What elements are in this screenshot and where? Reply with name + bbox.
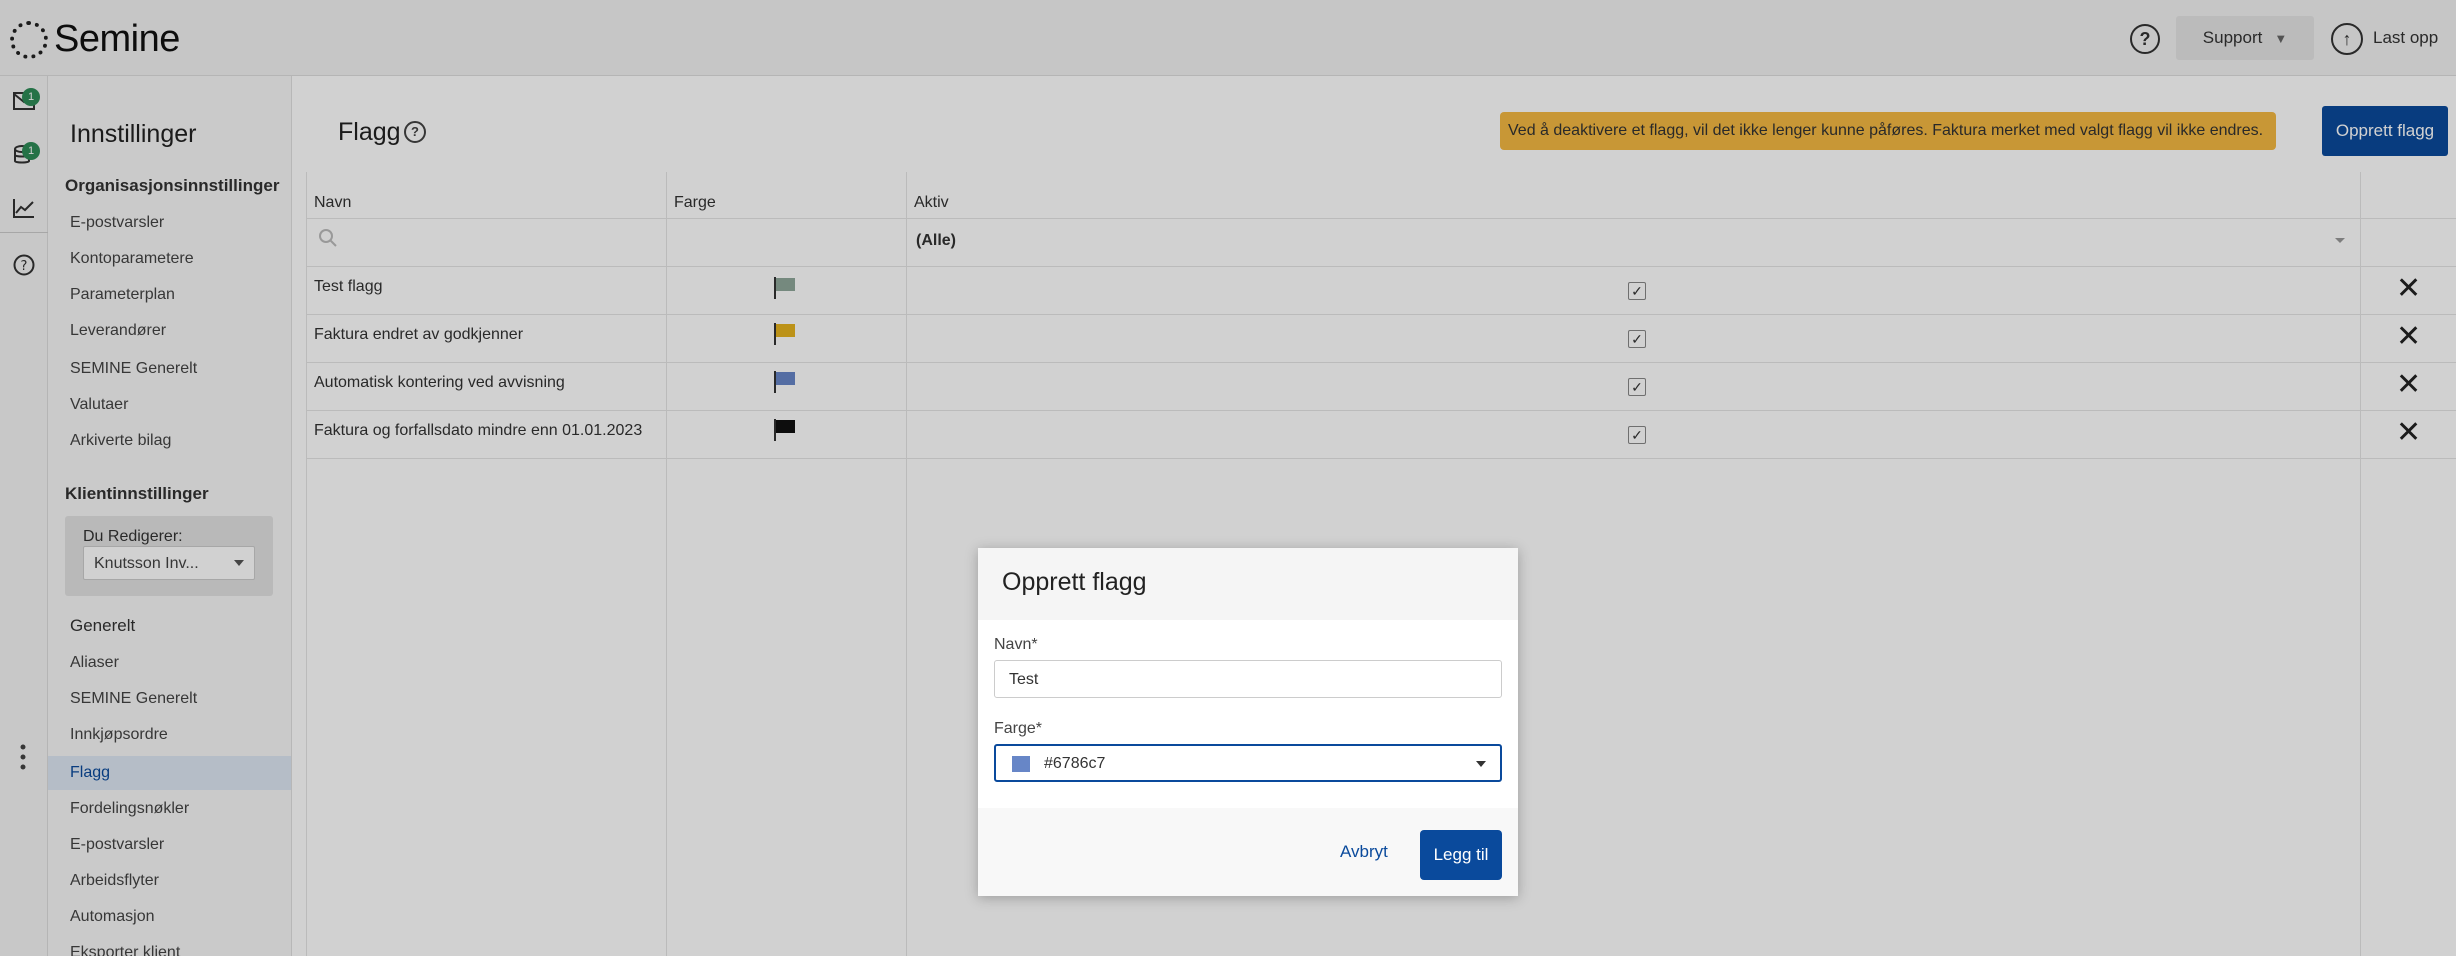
dialog-footer: Avbryt Legg til <box>978 808 1518 896</box>
cancel-button[interactable]: Avbryt <box>1340 842 1388 862</box>
create-flag-dialog: Opprett flagg Navn* Test Farge* #6786c7 … <box>978 548 1518 896</box>
color-value: #6786c7 <box>1044 755 1106 772</box>
add-button[interactable]: Legg til <box>1420 830 1502 880</box>
color-swatch <box>1012 756 1030 772</box>
color-label: Farge* <box>994 720 1043 737</box>
color-select[interactable]: #6786c7 <box>994 744 1502 782</box>
dialog-title: Opprett flagg <box>1002 568 1147 596</box>
chevron-down-icon[interactable] <box>1476 761 1486 767</box>
dialog-header: Opprett flagg <box>978 548 1518 620</box>
name-input[interactable]: Test <box>994 660 1502 698</box>
name-label: Navn* <box>994 636 1038 653</box>
